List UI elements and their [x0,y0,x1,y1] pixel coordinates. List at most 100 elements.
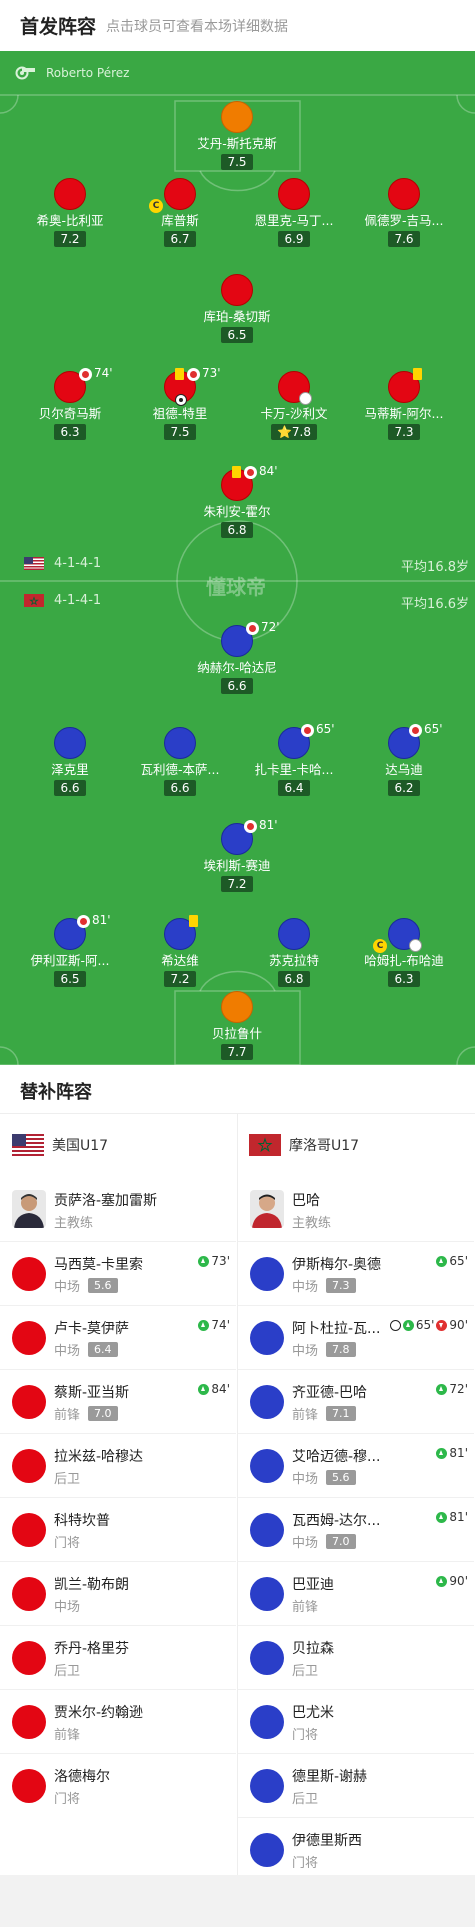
sub-player-name: 洛德梅尔 [54,1769,110,1785]
player-away-mid-3[interactable]: 65' 扎卡里-卡哈... 6.4 [234,722,354,796]
sub-player-position: 门将 [54,1536,81,1551]
whistle-icon [15,66,35,80]
player-rating: 6.3 [388,971,420,987]
player-home-fw[interactable]: 84' 朱利安-霍尔 6.8 [177,464,297,538]
player-dot: 72' [221,620,280,657]
sub-row-away[interactable]: 齐亚德-巴哈 前锋 7.1 72' [238,1370,474,1434]
sub-player-position: 门将 [54,1792,81,1807]
player-name: 卡万-沙利文 [260,406,328,421]
sub-on-icon [198,1383,210,1395]
sub-row-home[interactable]: 乔丹-格里芬 后卫 [0,1626,236,1690]
sub-event: 73' [198,1254,230,1268]
yellow-card-icon [232,466,241,478]
player-home-mid-4[interactable]: 马蒂斯-阿尔... 7.3 [344,368,464,440]
coach-avatar [12,1190,46,1228]
player-name: 达乌迪 [385,762,423,777]
player-dot [221,101,253,133]
sub-row-away[interactable]: 阿卜杜拉-瓦... 中场 7.8 65' 90' [238,1306,474,1370]
player-name: 哈姆扎-布哈迪 [364,953,444,968]
away-team-name: 摩洛哥U17 [289,1138,360,1154]
sub-on-icon [436,1575,448,1587]
player-away-def-2[interactable]: 希达维 7.2 [120,915,240,987]
player-dot: 81' [54,913,111,950]
player-name: 埃利斯-赛迪 [203,858,271,873]
sub-on-icon [436,1511,448,1523]
player-away-mid-1[interactable]: 泽克里 6.6 [10,727,130,796]
sub-event-time: 84' [211,1382,230,1396]
sub-event: 65' 90' [389,1318,468,1332]
substitutes-section: 替补阵容 美国U17 摩洛哥U17 贡萨洛-塞加雷斯 主教练 马西莫-卡里索 中… [0,1065,475,1875]
player-away-fw[interactable]: 72' 纳赫尔-哈达尼 6.6 [177,620,297,694]
player-dot: 65' [278,722,335,759]
sub-on-icon [198,1255,210,1267]
sub-player-position: 中场 [54,1280,81,1295]
player-dot: C [149,178,196,213]
sub-player-position: 中场 [292,1280,319,1295]
yellow-card-icon [413,368,422,380]
sub-row-away[interactable]: 巴亚迪 前锋 90' [238,1562,474,1626]
sub-row-home[interactable]: 拉米兹-哈穆达 后卫 [0,1434,236,1498]
player-dot [250,1513,284,1547]
sub-row-away[interactable]: 伊德里斯西 门将 [238,1818,474,1882]
player-away-def-1[interactable]: 81' 伊利亚斯-阿... 6.5 [10,913,130,987]
sub-off-icon [187,368,200,381]
player-away-mid-2[interactable]: 瓦利德-本萨... 6.6 [120,727,240,796]
sub-row-away[interactable]: 德里斯-谢赫 后卫 [238,1754,474,1818]
player-dot [12,1449,46,1483]
lineup-subtitle: 点击球员可查看本场详细数据 [106,19,288,35]
player-dot [250,1769,284,1803]
sub-player-name: 巴亚迪 [292,1577,334,1593]
sub-off-time: 73' [202,366,221,380]
player-rating: 7.2 [221,876,253,892]
sub-row-away[interactable]: 贝拉森 后卫 [238,1626,474,1690]
pitch: Roberto Pérez 懂球帝 艾丹-斯托克斯 7.5 希奥-比利亚 7.2… [0,51,475,1065]
sub-row-away[interactable]: 巴尤米 门将 [238,1690,474,1754]
sub-row-home[interactable]: 洛德梅尔 门将 [0,1754,236,1818]
player-dot: 74' [54,366,113,403]
sub-row-away[interactable]: 艾哈迈德-穆... 中场 5.6 81' [238,1434,474,1498]
home-coach-row[interactable]: 贡萨洛-塞加雷斯 主教练 [0,1178,236,1242]
sub-event: 90' [436,1574,468,1588]
formation-label: 4-1-4-1 [54,593,102,608]
player-dot [12,1257,46,1291]
sub-player-name: 贾米尔-约翰逊 [54,1705,144,1721]
player-home-mid-2[interactable]: 73' 祖德-特里 7.5 [120,366,240,440]
player-home-mid-1[interactable]: 74' 贝尔奇马斯 6.3 [10,366,130,440]
player-home-def-4[interactable]: 佩德罗-吉马... 7.6 [344,178,464,247]
sub-player-name: 德里斯-谢赫 [292,1769,368,1785]
away-coach-row[interactable]: 巴哈 主教练 [238,1178,474,1242]
sub-event-time: 90' [449,1574,468,1588]
sub-player-meta: 中场 5.6 [292,1468,356,1487]
player-home-def-2[interactable]: C 库普斯 6.7 [120,178,240,247]
player-away-mid-4[interactable]: 65' 达乌迪 6.2 [344,722,464,796]
sub-event: 74' [198,1318,230,1332]
player-name: 泽克里 [51,762,89,777]
sub-player-meta: 中场 5.6 [54,1276,118,1295]
player-rating: 6.2 [388,780,420,796]
sub-event-time: 81' [449,1510,468,1524]
home-average-age: 平均16.8岁 [401,560,469,575]
sub-row-home[interactable]: 贾米尔-约翰逊 前锋 [0,1690,236,1754]
player-rating: 6.3 [54,424,86,440]
referee: Roberto Pérez [14,66,129,80]
player-home-mid-3[interactable]: 卡万-沙利文 ⭐7.8 [234,371,354,440]
sub-row-home[interactable]: 马西莫-卡里索 中场 5.6 73' [0,1242,236,1306]
sub-row-away[interactable]: 伊斯梅尔-奥德 中场 7.3 65' [238,1242,474,1306]
sub-row-home[interactable]: 卢卡-莫伊萨 中场 6.4 74' [0,1306,236,1370]
sub-row-home[interactable]: 凯兰-勒布朗 中场 [0,1562,236,1626]
sub-row-home[interactable]: 蔡斯-亚当斯 前锋 7.0 84' [0,1370,236,1434]
player-away-dm[interactable]: 81' 埃利斯-赛迪 7.2 [177,818,297,892]
sub-row-away[interactable]: 瓦西姆-达尔... 中场 7.0 81' [238,1498,474,1562]
player-away-def-3[interactable]: 苏克拉特 6.8 [234,918,354,987]
player-away-def-4[interactable]: C 哈姆扎-布哈迪 6.3 [344,918,464,987]
player-home-dm[interactable]: 库珀-桑切斯 6.5 [177,274,297,343]
home-formation: 4-1-4-1 [24,556,101,571]
player-name: 库普斯 [161,213,199,228]
player-name: 马蒂斯-阿尔... [364,406,444,421]
sub-row-home[interactable]: 科特坎普 门将 [0,1498,236,1562]
player-home-def-3[interactable]: 恩里克-马丁... 6.9 [234,178,354,247]
player-home-def-1[interactable]: 希奥-比利亚 7.2 [10,178,130,247]
player-home-gk[interactable]: 艾丹-斯托克斯 7.5 [177,101,297,170]
player-away-gk[interactable]: 贝拉鲁什 7.7 [177,991,297,1060]
sub-player-position: 前锋 [292,1408,319,1423]
